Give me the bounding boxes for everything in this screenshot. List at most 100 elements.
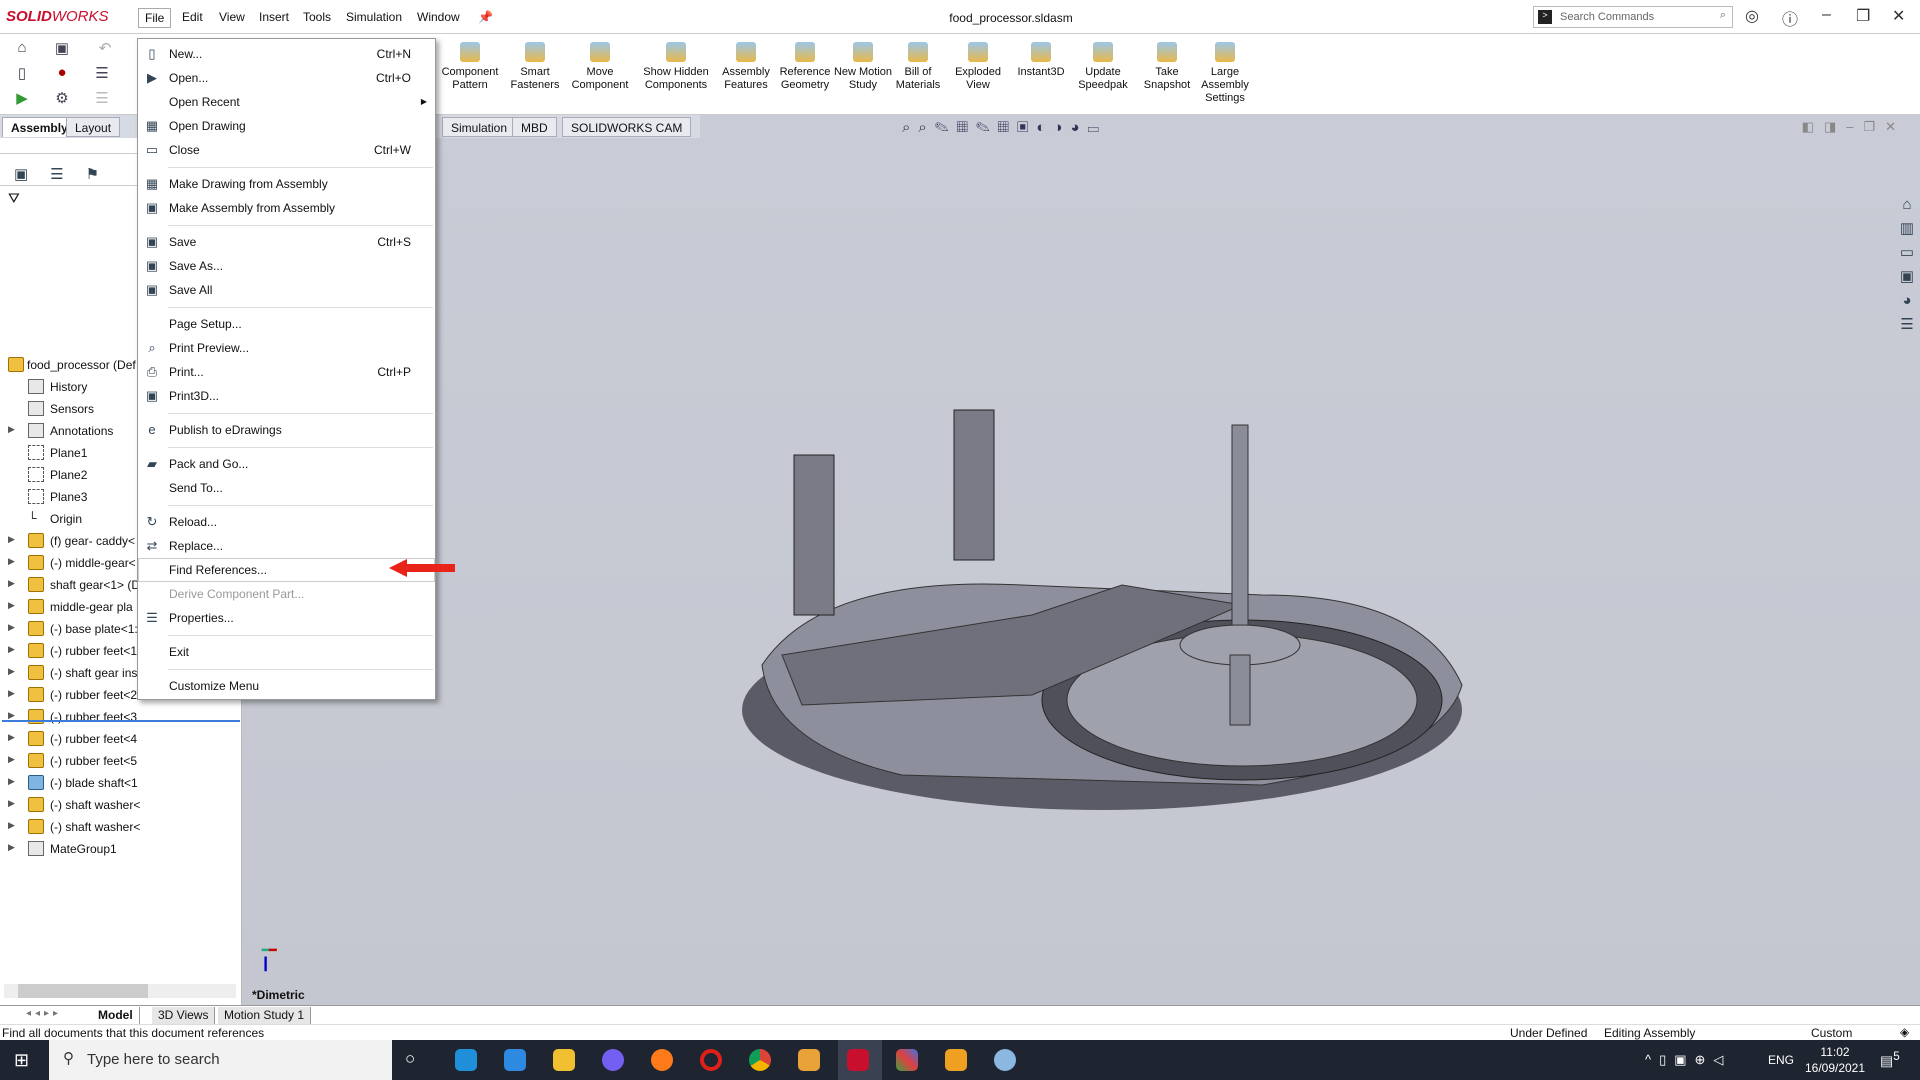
restore-button[interactable]: ❐: [1856, 6, 1870, 26]
open-icon[interactable]: ▶: [12, 89, 32, 109]
rebuild-traffic-light-icon[interactable]: ●: [52, 64, 72, 84]
expand-arrow-icon[interactable]: ▶: [8, 424, 15, 435]
tab-simulation[interactable]: Simulation: [442, 117, 517, 137]
viber-icon[interactable]: [602, 1049, 624, 1071]
tree-item[interactable]: ▶ (-) shaft washer<: [0, 794, 242, 816]
menu-item-replace[interactable]: ⇄ Replace...: [138, 534, 435, 558]
tree-item[interactable]: ▶ (-) shaft washer<: [0, 816, 242, 838]
task-pane-tabs[interactable]: ⌂ ▥ ▭ ▣ ◕ ☰: [1896, 193, 1918, 337]
tree-item[interactable]: ▶ MateGroup1: [0, 838, 242, 860]
taskbar-search-input[interactable]: ⚲ Type here to search: [49, 1040, 392, 1080]
expand-arrow-icon[interactable]: ▶: [8, 644, 15, 655]
language-indicator[interactable]: ENG: [1768, 1053, 1794, 1067]
menu-item-print[interactable]: ⎙ Print... Ctrl+P: [138, 360, 435, 384]
firefox-icon[interactable]: [651, 1049, 673, 1071]
menu-item-publish-to-edrawings[interactable]: e Publish to eDrawings: [138, 418, 435, 442]
menu-item-properties[interactable]: ☰ Properties...: [138, 606, 435, 630]
toolbar-button-instant3d[interactable]: Instant3D: [1008, 42, 1074, 79]
app-icon[interactable]: [896, 1049, 918, 1071]
menu-item-page-setup[interactable]: Page Setup...: [138, 312, 435, 336]
search-commands-input[interactable]: > Search Commands ⌕: [1533, 6, 1733, 28]
horizontal-scrollbar[interactable]: [4, 984, 236, 998]
windows-start-icon[interactable]: ⊞: [14, 1050, 29, 1071]
expand-arrow-icon[interactable]: ▶: [8, 534, 15, 545]
menu-item-pack-and-go[interactable]: ▰ Pack and Go...: [138, 452, 435, 476]
tab-scroll-arrows[interactable]: ◂◂▸▸: [26, 1008, 62, 1019]
expand-arrow-icon[interactable]: ▶: [8, 754, 15, 765]
toolbar-button-move-component[interactable]: Move Component: [567, 42, 633, 92]
tab-solidworks-cam[interactable]: SOLIDWORKS CAM: [562, 117, 692, 137]
chrome-icon[interactable]: [749, 1049, 771, 1071]
tree-item[interactable]: ▶ (-) rubber feet<5: [0, 750, 242, 772]
sublime-icon[interactable]: [945, 1049, 967, 1071]
gear-icon[interactable]: ⚙: [52, 89, 72, 109]
expand-arrow-icon[interactable]: ▶: [8, 820, 15, 831]
toolbar-button-component-pattern[interactable]: Component Pattern: [437, 42, 503, 92]
media-player-icon[interactable]: [798, 1049, 820, 1071]
menu-item-make-assembly-from-assembly[interactable]: ▣ Make Assembly from Assembly: [138, 196, 435, 220]
expand-arrow-icon[interactable]: ▶: [8, 556, 15, 567]
toolbar-button-assembly-features[interactable]: Assembly Features: [713, 42, 779, 92]
menu-item-save-all[interactable]: ▣ Save All: [138, 278, 435, 302]
help-icon[interactable]: ⓘ: [1782, 6, 1798, 30]
menu-item-close[interactable]: ▭ Close Ctrl+W: [138, 138, 435, 162]
paint-icon[interactable]: [994, 1049, 1016, 1071]
close-button[interactable]: ✕: [1892, 6, 1905, 26]
menu-item-reload[interactable]: ↻ Reload...: [138, 510, 435, 534]
tree-item[interactable]: ▶ (-) rubber feet<3: [0, 706, 242, 728]
search-icon[interactable]: ⌕: [1720, 9, 1726, 22]
menu-item-open-recent[interactable]: Open Recent ▶: [138, 90, 435, 114]
clock[interactable]: 11:02 16/09/2021: [1800, 1044, 1870, 1076]
tab-3d-views[interactable]: 3D Views: [152, 1007, 216, 1024]
edge-icon[interactable]: [455, 1049, 477, 1071]
tree-item[interactable]: ▶ (-) blade shaft<1: [0, 772, 242, 794]
tree-rollback-bar[interactable]: [2, 720, 240, 722]
unit-system-dropdown[interactable]: Custom: [1811, 1026, 1852, 1040]
toolbar-button-take-snapshot[interactable]: Take Snapshot: [1134, 42, 1200, 92]
menu-item-save[interactable]: ▣ Save Ctrl+S: [138, 230, 435, 254]
food-processor-3d-model[interactable]: [702, 405, 1502, 835]
menu-item-make-drawing-from-assembly[interactable]: ▦ Make Drawing from Assembly: [138, 172, 435, 196]
heads-up-view-toolbar[interactable]: ⌕⌕✎▦✎▦▣◐◑◕▭: [902, 119, 1107, 136]
expand-arrow-icon[interactable]: ▶: [8, 798, 15, 809]
menu-item-print-preview[interactable]: ⌕ Print Preview...: [138, 336, 435, 360]
menu-item-exit[interactable]: Exit: [138, 640, 435, 664]
expand-arrow-icon[interactable]: ▶: [8, 688, 15, 699]
options-list-icon[interactable]: ☰: [92, 64, 112, 84]
tab-layout[interactable]: Layout: [66, 117, 121, 137]
expand-arrow-icon[interactable]: ▶: [8, 842, 15, 853]
toolbar-button-reference-geometry[interactable]: Reference Geometry: [772, 42, 838, 92]
menu-item-open[interactable]: ▶ Open... Ctrl+O: [138, 66, 435, 90]
toolbar-button-smart-fasteners[interactable]: Smart Fasteners: [502, 42, 568, 92]
tab-motion-study[interactable]: Motion Study 1: [218, 1007, 312, 1024]
toolbar-button-show-hidden-components[interactable]: Show Hidden Components: [643, 42, 709, 92]
filter-icon[interactable]: ⛛: [8, 190, 20, 207]
cortana-icon[interactable]: ○: [405, 1049, 415, 1069]
expand-arrow-icon[interactable]: ▶: [8, 622, 15, 633]
menu-item-customize-menu[interactable]: Customize Menu: [138, 674, 435, 698]
tab-mbd[interactable]: MBD: [512, 117, 557, 137]
expand-arrow-icon[interactable]: ▶: [8, 600, 15, 611]
save-icon[interactable]: ▣: [52, 39, 72, 59]
solidworks-taskbar-icon[interactable]: [847, 1049, 869, 1071]
tooltip-icon[interactable]: ◈: [1900, 1025, 1909, 1039]
undo-icon[interactable]: ↶: [95, 39, 115, 59]
menu-item-send-to[interactable]: Send To...: [138, 476, 435, 500]
mail-icon[interactable]: [504, 1049, 526, 1071]
menu-item-print3d[interactable]: ▣ Print3D...: [138, 384, 435, 408]
tree-item[interactable]: ▶ (-) rubber feet<4: [0, 728, 242, 750]
account-icon[interactable]: ◎: [1745, 6, 1759, 26]
viewport-window-controls[interactable]: ◧◨–❐✕: [1802, 119, 1906, 135]
new-document-icon[interactable]: ▯: [12, 64, 32, 84]
toolbar-button-bill-of-materials[interactable]: Bill of Materials: [885, 42, 951, 92]
menu-item-new[interactable]: ▯ New... Ctrl+N: [138, 42, 435, 66]
minimize-button[interactable]: –: [1822, 6, 1831, 24]
menu-item-open-drawing[interactable]: ▦ Open Drawing: [138, 114, 435, 138]
expand-arrow-icon[interactable]: ▶: [8, 776, 15, 787]
expand-arrow-icon[interactable]: ▶: [8, 666, 15, 677]
toolbar-button-update-speedpak[interactable]: Update Speedpak: [1070, 42, 1136, 92]
menu-item-save-as[interactable]: ▣ Save As...: [138, 254, 435, 278]
home-icon[interactable]: ⌂: [12, 39, 32, 59]
expand-arrow-icon[interactable]: ▶: [8, 732, 15, 743]
graphics-area[interactable]: ⌕⌕✎▦✎▦▣◐◑◕▭ ◧◨–❐✕ ⌂ ▥ ▭ ▣ ◕ ☰ ━━ ┃ *Dimetric: [242, 115, 1920, 1005]
